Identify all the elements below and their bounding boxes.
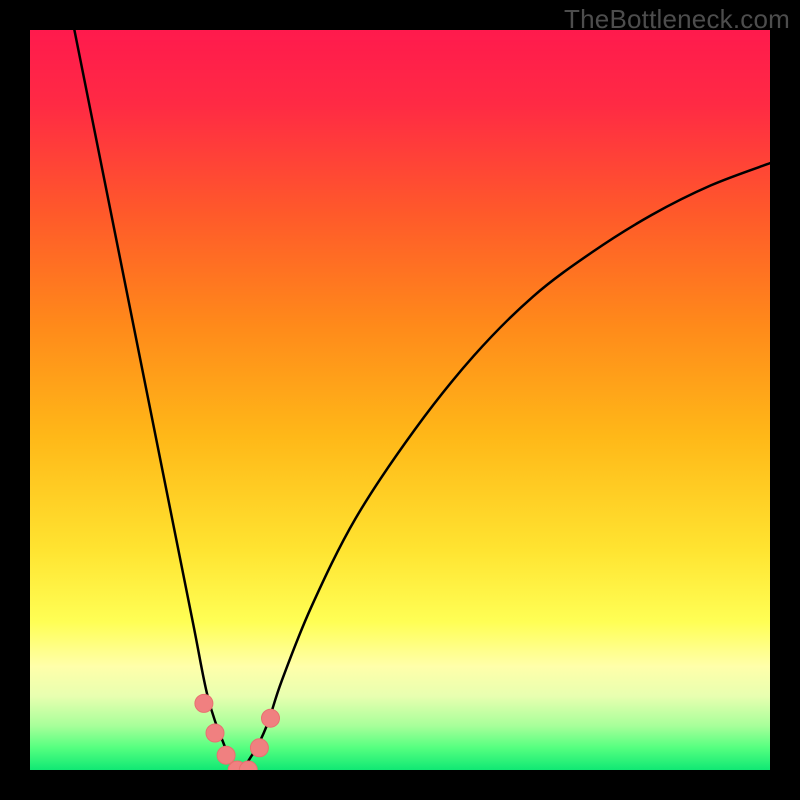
marker-group [195, 694, 280, 770]
watermark-text: TheBottleneck.com [564, 4, 790, 35]
marker-dot [195, 694, 213, 712]
marker-dot [250, 739, 268, 757]
marker-dot [206, 724, 224, 742]
curve-layer [30, 30, 770, 770]
marker-dot [217, 746, 235, 764]
marker-dot [262, 709, 280, 727]
plot-area [30, 30, 770, 770]
bottleneck-curve [74, 30, 770, 770]
chart-frame: TheBottleneck.com [0, 0, 800, 800]
